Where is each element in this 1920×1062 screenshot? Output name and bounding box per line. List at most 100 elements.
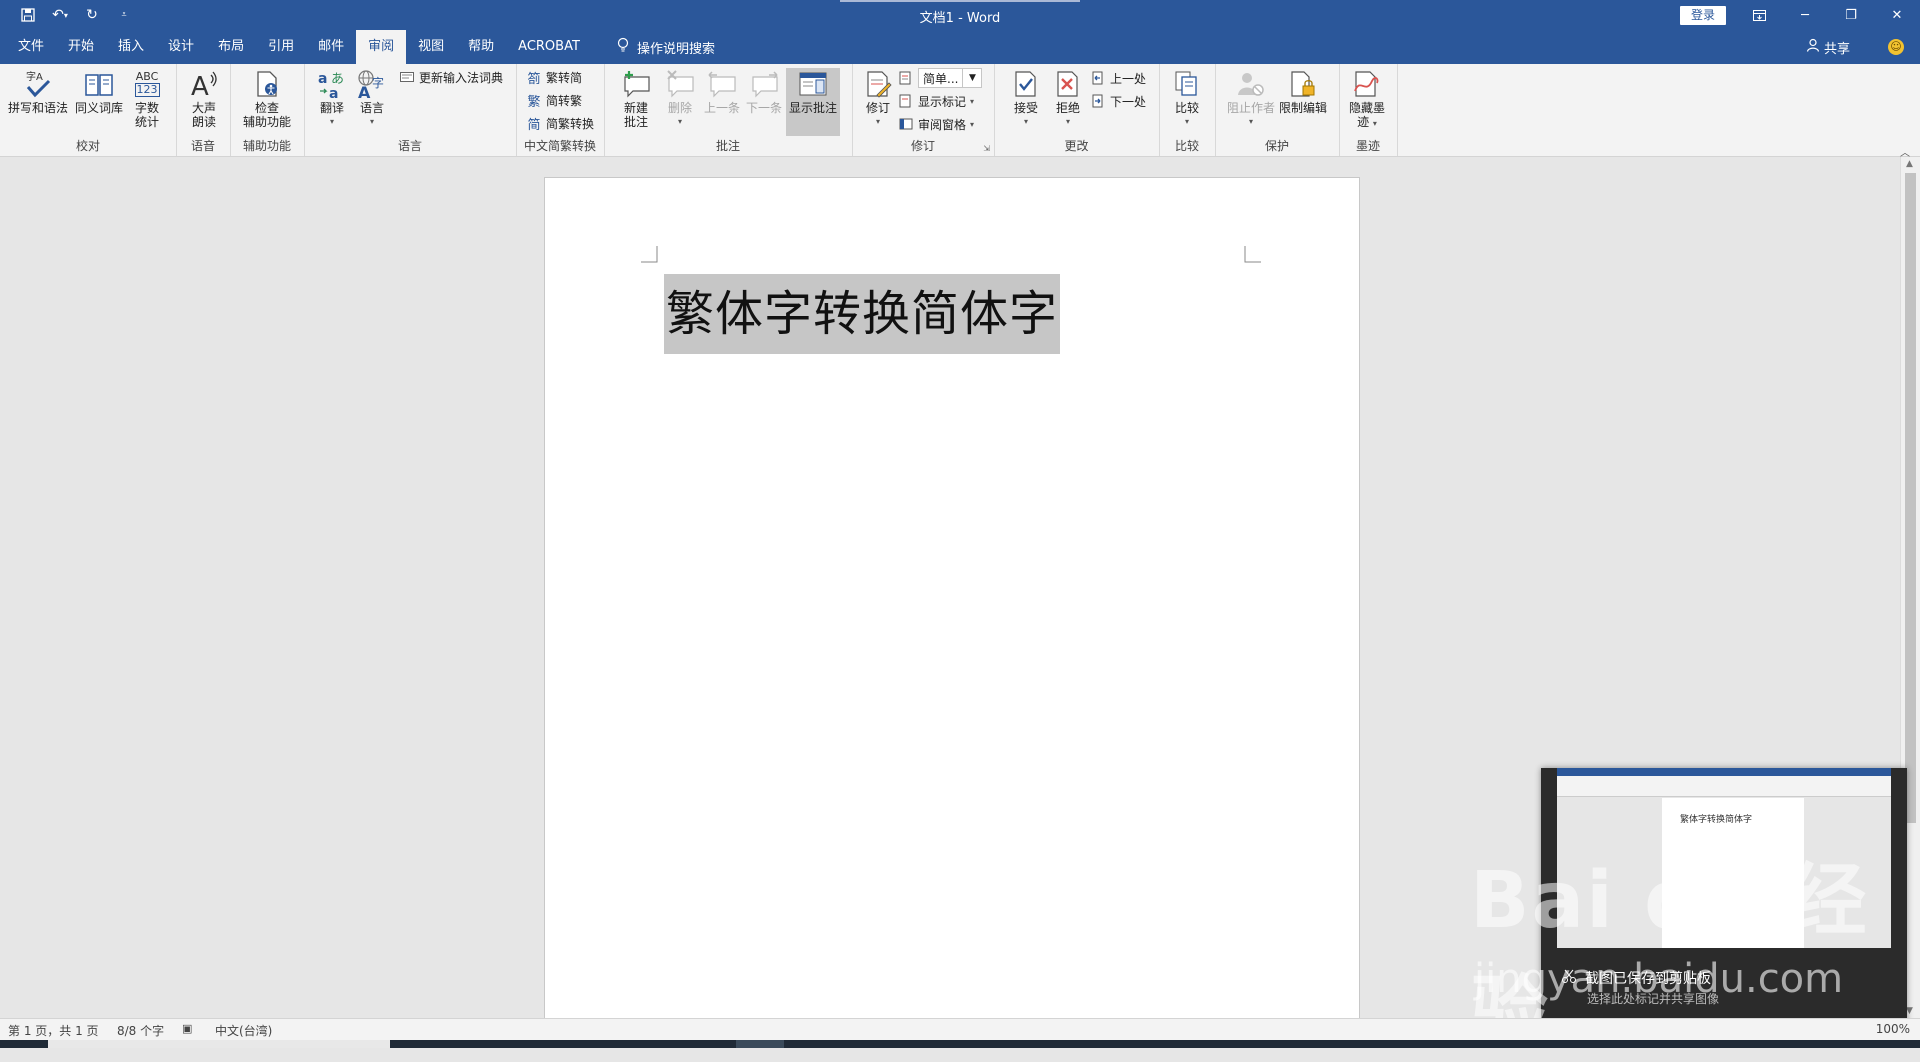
track-changes-label: 修订 [865,101,890,115]
screenshot-thumbnail[interactable]: 繁体字转换简体字 [1557,768,1891,948]
show-comments-label: 显示批注 [788,101,837,115]
tab-view[interactable]: 视图 [406,30,456,64]
track-changes-button[interactable]: 修订 ▾ [862,68,894,129]
tab-references[interactable]: 引用 [256,30,306,64]
block-authors-dropdown-icon: ▾ [1249,117,1254,126]
hide-ink-button[interactable]: 隐藏墨 迹 ▾ [1349,68,1385,131]
zoom-level[interactable]: 100% [1876,1022,1910,1036]
status-bar: 第 1 页，共 1 页 8/8 个字 ▣ 中文(台湾) 100% [0,1018,1920,1041]
update-ime-dictionary-button[interactable]: 更新输入法词典 [399,67,503,87]
next-comment-button[interactable]: 下一条 [746,68,782,115]
document-page[interactable]: 繁体字转换简体字 [544,177,1360,1018]
taskbar-segment-active[interactable] [736,1040,784,1048]
previous-change-label: 上一处 [1110,71,1147,86]
ribbon-display-options-icon[interactable] [1736,0,1782,30]
language-label: 语言 [359,101,384,115]
svg-text:A: A [191,72,209,99]
check-accessibility-button[interactable]: 检查 辅助功能 [243,68,291,129]
hide-ink-label-2: 迹 ▾ [1357,115,1377,131]
scroll-down-icon[interactable]: ▼ [1906,1006,1913,1016]
thesaurus-button[interactable]: 同义词库 [75,68,123,115]
conversion-icon: 简 [527,117,541,133]
login-button[interactable]: 登录 [1680,6,1726,25]
screenshot-notification[interactable]: 繁体字转换简体字 截图已保存到剪贴板 选择此处标记并共享图像 [1541,768,1907,1026]
tell-me-search[interactable]: 操作说明搜索 [617,30,715,64]
selected-document-text[interactable]: 繁体字转换简体字 [664,274,1061,354]
notification-title-text: 截图已保存到剪贴板 [1585,971,1711,987]
restore-icon[interactable]: ❐ [1828,0,1874,30]
language-button[interactable]: A字 语言 ▾ [356,68,388,129]
tab-review[interactable]: 审阅 [356,30,407,64]
spelling-grammar-button[interactable]: 字A 拼写和语法 [8,68,68,115]
group-comments: 新建 批注 删除 ▾ 上一条 下一条 显示批注 批注 [604,64,853,156]
spelling-label: 拼写和语法 [8,101,69,115]
tab-home[interactable]: 开始 [56,30,106,64]
markup-view-icon [898,70,914,86]
restrict-editing-button[interactable]: 限制编辑 [1279,68,1327,115]
tab-acrobat[interactable]: ACROBAT [506,30,592,64]
tab-help[interactable]: 帮助 [456,30,506,64]
person-icon [1806,38,1820,56]
word-count-button[interactable]: ABC 123 字数 统计 [131,68,163,129]
chinese-conversion-button[interactable]: 简 简繁转换 [526,113,594,133]
tab-mailings[interactable]: 邮件 [306,30,356,64]
dictionary-icon [399,69,415,85]
group-tracking: 修订 ▾ 简单... ▼ 显示标记 ▾ 审阅窗格 ▾ 修订 ⇲ [852,64,995,156]
show-comments-button[interactable]: 显示批注 [786,68,840,136]
reject-button[interactable]: 拒绝 ▾ [1052,68,1084,129]
book-icon [83,68,115,100]
dialog-launcher-icon[interactable]: ⇲ [983,144,990,153]
notification-subtitle: 选择此处标记并共享图像 [1587,992,1720,1006]
compare-dropdown-icon: ▾ [1184,117,1189,126]
simplified-to-traditional-button[interactable]: 繁 简转繁 [526,90,582,110]
new-comment-button[interactable]: 新建 批注 [620,68,652,129]
group-label-accessibility: 辅助功能 [242,139,291,153]
close-icon[interactable]: ✕ [1874,0,1920,30]
traditional-to-simplified-button[interactable]: 箚 繁转简 [526,67,582,87]
feedback-smiley-icon[interactable]: ☺ [1888,39,1904,55]
accept-icon [1010,68,1042,100]
accept-button[interactable]: 接受 ▾ [1010,68,1042,129]
tab-insert[interactable]: 插入 [106,30,156,64]
group-protect: 阻止作者 ▾ 限制编辑 保护 [1215,64,1340,156]
scrollbar-thumb[interactable] [1905,173,1916,823]
word-count-status[interactable]: 8/8 个字 [117,1022,164,1039]
tab-file[interactable]: 文件 [6,30,56,64]
taskbar-segment[interactable] [48,1040,390,1048]
reviewing-pane-icon [898,116,914,132]
page-count[interactable]: 第 1 页，共 1 页 [8,1022,99,1039]
share-button[interactable]: 共享 [1806,30,1850,64]
previous-change-icon [1090,70,1106,86]
compare-button[interactable]: 比较 ▾ [1171,68,1203,129]
delete-comment-button[interactable]: 删除 ▾ [664,68,696,129]
word-count-label-2: 统计 [134,115,159,129]
proofing-status-icon[interactable]: ▣ [182,1022,192,1035]
new-comment-label-1: 新建 [623,101,648,115]
show-markup-button[interactable]: 显示标记 ▾ [898,91,974,111]
tab-layout[interactable]: 布局 [206,30,256,64]
translate-button[interactable]: aあa 翻译 ▾ [316,68,348,129]
reject-label: 拒绝 [1055,101,1080,115]
group-label-tracking: 修订 [910,139,935,153]
svg-text:字: 字 [372,75,384,90]
markup-display-select[interactable]: 简单... ▼ [898,68,983,88]
previous-comment-button[interactable]: 上一条 [704,68,740,115]
chevron-down-icon[interactable]: ▼ [962,69,981,87]
read-aloud-button[interactable]: A 大声 朗读 [188,68,220,129]
previous-change-button[interactable]: 上一处 [1090,68,1146,88]
minimize-icon[interactable]: ─ [1782,0,1828,30]
group-label-protect: 保护 [1264,139,1289,153]
language-status[interactable]: 中文(台湾) [215,1022,272,1039]
group-label-changes: 更改 [1064,139,1089,153]
markup-dropdown-value: 简单... [923,71,959,86]
new-comment-icon [620,68,652,100]
markup-dropdown[interactable]: 简单... ▼ [918,68,983,88]
tab-design[interactable]: 设计 [156,30,206,64]
next-change-button[interactable]: 下一处 [1090,91,1146,111]
reviewing-pane-button[interactable]: 审阅窗格 ▾ [898,114,974,134]
scroll-up-icon[interactable]: ▲ [1906,159,1913,169]
svg-text:A: A [358,83,371,99]
hide-ink-label-1: 隐藏墨 [1349,101,1386,115]
track-changes-dropdown-icon: ▾ [875,117,880,126]
block-authors-button[interactable]: 阻止作者 ▾ [1227,68,1275,129]
